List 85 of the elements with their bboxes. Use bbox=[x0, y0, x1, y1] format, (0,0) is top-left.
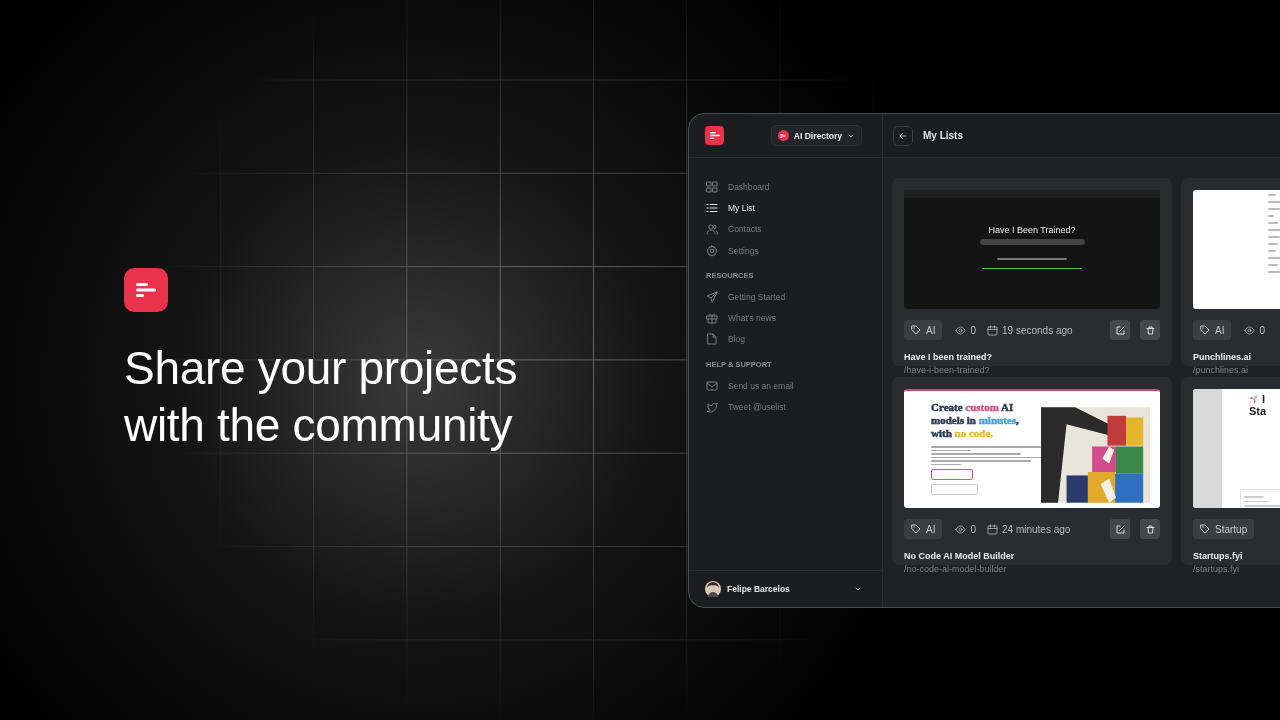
edit-icon bbox=[1115, 524, 1125, 534]
text-line bbox=[1268, 243, 1278, 245]
eye-icon bbox=[1244, 324, 1256, 336]
project-title: Have I been trained? bbox=[904, 352, 994, 362]
text-line bbox=[1268, 229, 1280, 231]
text-line bbox=[1244, 500, 1268, 502]
text-line bbox=[1268, 215, 1274, 217]
trash-icon bbox=[1145, 325, 1155, 335]
gift-icon bbox=[706, 312, 718, 325]
text-line bbox=[1268, 257, 1280, 259]
sidebar-item[interactable]: Settings bbox=[706, 239, 759, 262]
document-icon bbox=[706, 333, 718, 346]
workspace-dropdown[interactable]: AI Directory bbox=[770, 125, 862, 146]
project-slug: /no-code-ai-model-builder bbox=[904, 564, 1008, 574]
text-line bbox=[1268, 236, 1280, 238]
page-title: My Lists bbox=[923, 130, 963, 141]
text-line bbox=[1244, 496, 1264, 498]
trash-icon bbox=[1145, 524, 1155, 534]
text-line bbox=[1268, 271, 1280, 273]
list-icon bbox=[706, 201, 718, 214]
avatar-icon bbox=[705, 581, 721, 597]
thumbnail-heading: Have I Been Trained? bbox=[988, 225, 1076, 235]
project-title: Punchlines.ai bbox=[1193, 352, 1253, 362]
view-count: 0 bbox=[970, 324, 976, 336]
badge-shape bbox=[931, 469, 973, 480]
delete-button[interactable] bbox=[1140, 320, 1160, 340]
sign-in-shape bbox=[931, 484, 978, 495]
view-count: 0 bbox=[1259, 324, 1265, 336]
edit-button[interactable] bbox=[1110, 519, 1130, 539]
back-button[interactable] bbox=[893, 125, 913, 146]
edit-icon bbox=[1115, 325, 1125, 335]
thumbnail-heading: I bbox=[1262, 393, 1266, 405]
text-line bbox=[1244, 505, 1280, 507]
sidebar-item[interactable]: Blog bbox=[706, 328, 745, 351]
text-line bbox=[1268, 208, 1280, 210]
users-icon bbox=[706, 223, 718, 236]
eye-icon bbox=[955, 324, 967, 336]
tag-icon bbox=[911, 325, 921, 335]
sidebar-item[interactable]: Dashboard bbox=[706, 176, 770, 198]
project-title: Startups.fyi bbox=[1193, 551, 1244, 561]
project-slug: /punchlines.ai bbox=[1193, 365, 1250, 375]
chevron-down-icon bbox=[854, 585, 862, 593]
sidebar-item[interactable]: My List bbox=[706, 197, 755, 219]
timestamp: 19 seconds ago bbox=[1002, 324, 1073, 336]
edit-button[interactable] bbox=[1110, 320, 1130, 340]
sidebar-item[interactable]: What's news bbox=[706, 307, 776, 329]
tag-button[interactable]: AI bbox=[904, 320, 943, 340]
tag-icon bbox=[1200, 325, 1210, 335]
text-line bbox=[1268, 222, 1278, 224]
sidebar-item[interactable]: Contacts bbox=[706, 218, 762, 240]
calendar-icon bbox=[987, 523, 998, 535]
user-menu[interactable]: Felipe Barcelos bbox=[689, 570, 882, 607]
project-title: No Code AI Model Builder bbox=[904, 551, 1016, 561]
thumbnail-heading: Create custom AI models in minutes, with no code. bbox=[931, 401, 1020, 440]
eye-icon bbox=[955, 523, 967, 535]
text-line bbox=[997, 258, 1067, 260]
tag-button[interactable]: Startup bbox=[1193, 519, 1255, 539]
sidebar-item[interactable]: Tweet @uselist bbox=[706, 396, 786, 418]
tag-button[interactable]: AI bbox=[1193, 320, 1232, 340]
paper-plane-icon bbox=[706, 290, 718, 303]
view-count: 0 bbox=[970, 523, 976, 535]
thumbnail-heading: Sta bbox=[1249, 405, 1267, 417]
grid-icon bbox=[706, 180, 718, 193]
text-line bbox=[1268, 250, 1276, 252]
timestamp: 24 minutes ago bbox=[1002, 523, 1071, 535]
text-line bbox=[1268, 264, 1278, 266]
delete-button[interactable] bbox=[1140, 519, 1160, 539]
mail-icon bbox=[706, 379, 718, 392]
text-line bbox=[1268, 194, 1276, 196]
sidebar-item[interactable]: Getting Started bbox=[706, 286, 786, 308]
headline: Share your projects with the community bbox=[124, 341, 519, 453]
tag-icon bbox=[911, 524, 921, 534]
arrow-left-icon bbox=[899, 131, 907, 140]
tag-button[interactable]: AI bbox=[904, 519, 943, 539]
rocket-icon bbox=[1249, 394, 1259, 404]
text-line bbox=[1268, 201, 1280, 203]
calendar-icon bbox=[987, 324, 998, 336]
project-slug: /have-i-been-trained? bbox=[904, 365, 991, 375]
sidebar-item[interactable]: Send us an email bbox=[706, 375, 794, 397]
logo-icon bbox=[705, 126, 724, 145]
tag-icon bbox=[1200, 524, 1210, 534]
settings-icon bbox=[706, 244, 718, 257]
bird-icon bbox=[706, 401, 718, 413]
project-slug: /startups.fyi bbox=[1193, 564, 1240, 574]
logo-icon bbox=[777, 130, 789, 141]
